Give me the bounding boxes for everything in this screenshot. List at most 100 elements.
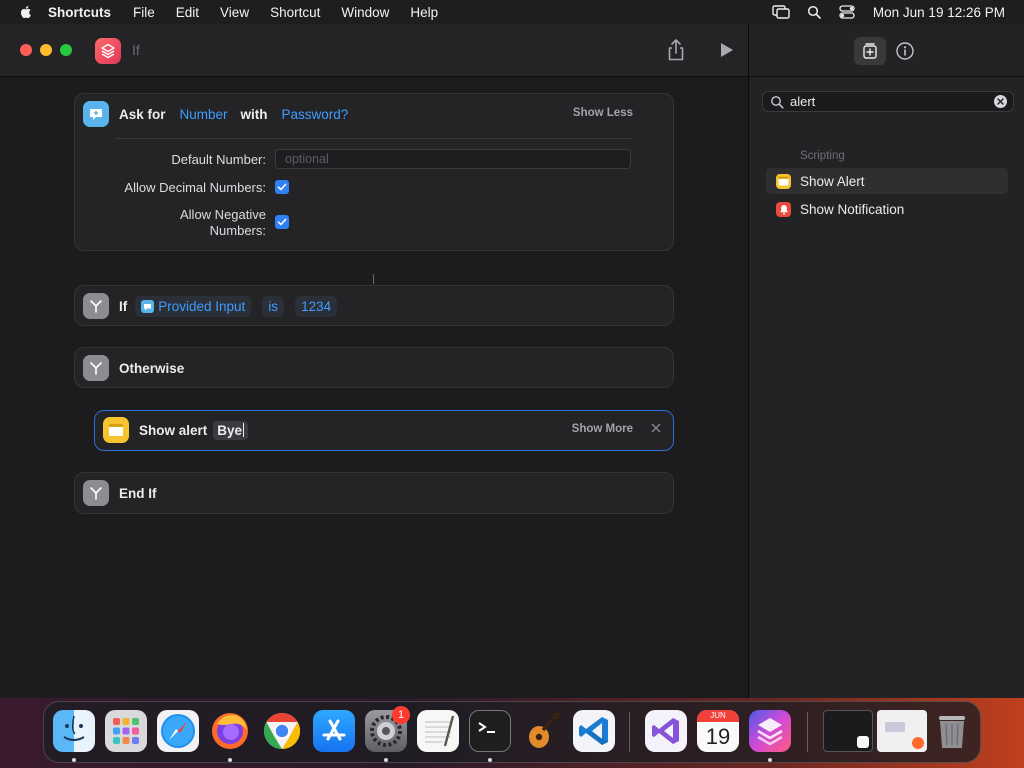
menu-window[interactable]: Window bbox=[341, 5, 389, 20]
thumbnail-content bbox=[885, 722, 905, 732]
action-search-input[interactable] bbox=[790, 94, 994, 109]
show-more-button[interactable]: Show More bbox=[572, 423, 633, 435]
clear-search-icon[interactable] bbox=[994, 95, 1007, 108]
allow-negative-label: Allow Negative bbox=[180, 207, 266, 222]
allow-negative-checkbox[interactable] bbox=[275, 215, 289, 229]
trash-icon[interactable] bbox=[931, 710, 973, 752]
prompt-token[interactable]: Password? bbox=[276, 104, 355, 125]
checkmark-icon bbox=[277, 183, 287, 191]
editor-canvas: Ask for Number with Password? Show Less … bbox=[0, 78, 748, 698]
window-thumbnail-1[interactable] bbox=[823, 710, 873, 752]
info-icon[interactable] bbox=[895, 41, 915, 61]
action-search-field[interactable] bbox=[762, 91, 1014, 112]
shortcuts-window: If Ask for Number with Password? Show Le… bbox=[0, 24, 1024, 698]
flow-connector bbox=[373, 274, 374, 284]
result-show-notification[interactable]: Show Notification bbox=[766, 196, 1008, 222]
show-alert-action[interactable]: Show alert Bye Show More bbox=[94, 410, 674, 451]
alert-text-value: Bye bbox=[217, 422, 243, 438]
ask-divider bbox=[115, 138, 633, 139]
share-icon[interactable] bbox=[666, 38, 686, 62]
safari-icon[interactable] bbox=[157, 710, 199, 752]
spotlight-search-icon[interactable] bbox=[805, 5, 823, 19]
calendar-icon[interactable]: JUN 19 bbox=[697, 710, 739, 752]
otherwise-keyword: Otherwise bbox=[119, 360, 185, 376]
chrome-icon[interactable] bbox=[261, 710, 303, 752]
input-type-token[interactable]: Number bbox=[174, 104, 234, 125]
result-label: Show Alert bbox=[800, 173, 865, 189]
textedit-mini-icon bbox=[857, 736, 869, 748]
garageband-icon[interactable] bbox=[521, 710, 563, 752]
shortcuts-running-dot bbox=[768, 758, 772, 762]
otherwise-header: Otherwise bbox=[75, 348, 673, 388]
condition-token[interactable]: is bbox=[262, 295, 285, 317]
menu-view[interactable]: View bbox=[220, 5, 249, 20]
menu-file[interactable]: File bbox=[133, 5, 155, 20]
menu-edit[interactable]: Edit bbox=[176, 5, 199, 20]
show-less-button[interactable]: Show Less bbox=[573, 107, 633, 119]
action-library-button[interactable] bbox=[854, 37, 886, 65]
action-library-sidebar: Scripting Show Alert Show Notification bbox=[748, 24, 1024, 698]
show-alert-keyword: Show alert bbox=[139, 422, 208, 438]
menubar-clock[interactable]: Mon Jun 19 12:26 PM bbox=[873, 5, 1005, 20]
dock: 1 JUN 19 bbox=[43, 701, 981, 763]
firefox-icon[interactable] bbox=[209, 710, 251, 752]
ask-for-input-action[interactable]: Ask for Number with Password? Show Less … bbox=[74, 93, 674, 251]
shortcut-icon-button[interactable] bbox=[95, 38, 121, 64]
vscode-icon[interactable] bbox=[573, 710, 615, 752]
allow-decimal-label: Allow Decimal Numbers: bbox=[124, 180, 266, 195]
firefox-running-dot bbox=[228, 758, 232, 762]
launchpad-icon[interactable] bbox=[105, 710, 147, 752]
shortcut-title[interactable]: If bbox=[132, 42, 140, 58]
system-settings-running-dot bbox=[384, 758, 388, 762]
remove-action-icon[interactable] bbox=[651, 423, 661, 433]
result-show-alert[interactable]: Show Alert bbox=[766, 168, 1008, 194]
default-number-label: Default Number: bbox=[171, 152, 266, 167]
window-minimize-button[interactable] bbox=[40, 44, 52, 56]
textedit-icon[interactable] bbox=[417, 710, 459, 752]
shortcuts-icon[interactable] bbox=[749, 710, 791, 752]
notification-bell-icon bbox=[776, 201, 791, 217]
default-number-field[interactable]: optional bbox=[275, 149, 631, 169]
allow-decimal-checkbox[interactable] bbox=[275, 180, 289, 194]
dock-separator bbox=[807, 712, 808, 752]
ask-input-icon bbox=[83, 101, 109, 127]
menu-shortcut[interactable]: Shortcut bbox=[270, 5, 320, 20]
end-if-action[interactable]: End If bbox=[74, 472, 674, 514]
sidebar-toolbar bbox=[749, 24, 1024, 77]
show-alert-icon bbox=[776, 173, 791, 189]
menu-help[interactable]: Help bbox=[410, 5, 438, 20]
provided-input-token[interactable]: Provided Input bbox=[135, 295, 252, 317]
terminal-icon[interactable] bbox=[469, 710, 511, 752]
window-zoom-button[interactable] bbox=[60, 44, 72, 56]
run-play-icon[interactable] bbox=[718, 41, 736, 59]
condition-value-token[interactable]: 1234 bbox=[295, 295, 338, 317]
allow-negative-label-line2: Numbers: bbox=[209, 223, 266, 238]
alert-text-field[interactable]: Bye bbox=[213, 420, 249, 440]
app-store-icon[interactable] bbox=[313, 710, 355, 752]
otherwise-action[interactable]: Otherwise bbox=[74, 347, 674, 388]
ask-for-keyword: Ask for bbox=[119, 106, 166, 122]
visual-studio-icon[interactable] bbox=[645, 710, 687, 752]
end-if-keyword: End If bbox=[119, 485, 157, 501]
provided-input-icon bbox=[141, 299, 155, 313]
branch-icon bbox=[83, 480, 109, 506]
search-icon bbox=[771, 95, 784, 109]
apple-menu-icon[interactable] bbox=[18, 4, 34, 20]
dock-separator bbox=[629, 712, 630, 752]
window-close-button[interactable] bbox=[20, 44, 32, 56]
finder-running-dot bbox=[72, 758, 76, 762]
provided-input-label: Provided Input bbox=[158, 298, 246, 314]
finder-icon[interactable] bbox=[53, 710, 95, 752]
add-action-icon bbox=[863, 43, 877, 59]
window-thumbnail-2[interactable] bbox=[877, 710, 927, 752]
system-settings-badge: 1 bbox=[392, 706, 410, 724]
menu-bar: Shortcuts File Edit View Shortcut Window… bbox=[0, 0, 1024, 24]
screen-mirroring-icon[interactable] bbox=[772, 5, 790, 19]
menu-app-shortcuts[interactable]: Shortcuts bbox=[48, 5, 111, 20]
control-center-icon[interactable] bbox=[838, 5, 856, 19]
shortcuts-layers-icon bbox=[101, 43, 115, 59]
alert-icon bbox=[103, 417, 129, 443]
terminal-running-dot bbox=[488, 758, 492, 762]
if-action[interactable]: If Provided Input is 1234 bbox=[74, 285, 674, 326]
if-header: If Provided Input is 1234 bbox=[75, 286, 673, 326]
